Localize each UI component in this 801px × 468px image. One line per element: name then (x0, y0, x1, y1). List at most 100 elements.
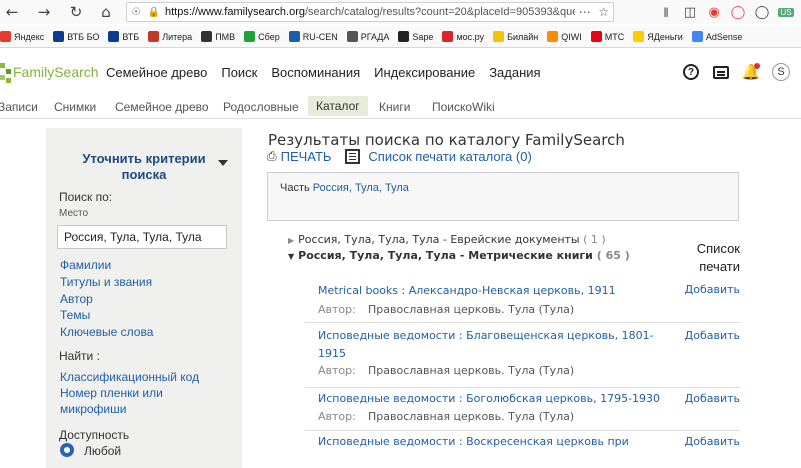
subnav-images[interactable]: Снимки (54, 100, 96, 114)
extension-icon[interactable]: ◉ (703, 1, 725, 23)
nav-search[interactable]: Поиск (221, 65, 257, 80)
bookmark-item[interactable]: ВТБ БО (53, 31, 99, 42)
bookmark-item[interactable]: Сбер (244, 31, 280, 42)
bookmark-item[interactable]: ВТБ (108, 31, 139, 42)
record-title-link[interactable]: Исповедные ведомости : Благовещенская це… (318, 327, 678, 363)
bookmark-label: ЯДеньги (647, 31, 683, 42)
record-title-link[interactable]: Metrical books : Александро-Невская церк… (318, 282, 678, 300)
list-icon[interactable] (345, 149, 361, 164)
favicon-icon (590, 31, 602, 42)
bookmark-item[interactable]: МТС (590, 31, 624, 42)
bookmark-item[interactable]: Sape (398, 31, 433, 42)
avatar[interactable]: S (772, 63, 790, 81)
add-to-print-list[interactable]: Добавить (685, 392, 740, 405)
lock-icon[interactable]: 🔒 (145, 7, 163, 18)
find-film-number[interactable]: Номер пленки или микрофиши (60, 385, 210, 417)
nav-indexing[interactable]: Индексирование (374, 65, 475, 80)
bookmark-item[interactable]: AdSense (691, 31, 742, 42)
add-to-print-list[interactable]: Добавить (685, 283, 740, 296)
author-value: Православная церковь. Тула (Тула) (368, 364, 575, 377)
sidebar-icon[interactable]: ◫ (679, 1, 701, 23)
shield-icon[interactable]: ☉ (127, 7, 145, 18)
table-row: Исповедные ведомости : Благовещенская це… (305, 323, 740, 388)
record-title-link[interactable]: Исповедные ведомости : Боголюбская церко… (318, 390, 678, 408)
record-title-link[interactable]: Исповедные ведомости : Воскресенская цер… (318, 433, 678, 451)
printer-icon[interactable]: ⎙ (267, 149, 277, 164)
nav-family-tree[interactable]: Семейное древо (106, 65, 207, 80)
bookmark-item[interactable]: Литера (148, 31, 192, 42)
record-author: Автор: Православная церковь. Тула (Тула) (318, 303, 574, 316)
subnav-genealogies[interactable]: Родословные (223, 100, 299, 114)
bookmark-item[interactable]: ЯДеньги (633, 31, 683, 42)
back-icon[interactable]: ← (0, 0, 24, 24)
filter-surnames[interactable]: Фамилии (60, 257, 111, 273)
find-label: Найти : (59, 349, 100, 363)
bookmark-item[interactable]: Билайн (493, 31, 538, 42)
subnav-catalog[interactable]: Каталог (308, 96, 368, 116)
subnav-books[interactable]: Книги (379, 100, 410, 114)
favicon-icon (547, 31, 559, 42)
favicon-icon (108, 31, 120, 42)
refine-title[interactable]: Уточнить критерии поиска (74, 151, 214, 183)
availability-any-radio[interactable] (60, 443, 74, 457)
pocket-icon[interactable]: ◯ (727, 1, 749, 23)
vpn-badge[interactable]: US (775, 1, 797, 23)
address-bar[interactable]: ☉ 🔒 https://www.familysearch.org/search/… (126, 2, 614, 22)
subnav-family-tree[interactable]: Семейное древо (115, 100, 209, 114)
bookmark-item[interactable]: РГАДА (346, 31, 389, 42)
subnav-records[interactable]: Записи (0, 100, 38, 114)
bookmark-item[interactable]: RU-CEN (288, 31, 338, 42)
print-actions: ⎙ ПЕЧАТЬ Список печати каталога (0) (267, 149, 532, 164)
help-button[interactable]: ? (676, 61, 706, 83)
part-link[interactable]: Россия, Тула, Тула (313, 182, 409, 194)
bookmark-label: Билайн (507, 31, 539, 42)
browser-tools: ‖ ◫ ◉ ◯ ◯ US ☰ (655, 0, 801, 24)
messages-button[interactable] (706, 61, 736, 83)
more-icon[interactable]: ⋯ (579, 5, 591, 19)
bookmark-label: Sape (412, 31, 434, 42)
tree-item-jewish-records[interactable]: ▶ Россия, Тула, Тула, Тула - Еврейские до… (288, 233, 606, 246)
bookmark-item[interactable]: ПМВ (201, 31, 235, 42)
nav-memories[interactable]: Воспоминания (271, 65, 360, 80)
filter-subjects[interactable]: Темы (60, 307, 90, 323)
add-to-print-list[interactable]: Добавить (685, 329, 740, 342)
forward-icon[interactable]: → (32, 0, 56, 24)
filter-keywords[interactable]: Ключевые слова (60, 324, 153, 340)
chat-icon (713, 65, 729, 79)
triangle-right-icon: ▶ (288, 236, 295, 245)
main-nav: Семейное древо Поиск Воспоминания Индекс… (106, 65, 555, 80)
filter-author[interactable]: Автор (60, 291, 93, 307)
bookmark-item[interactable]: Яндекс (0, 31, 44, 42)
favicon-icon (633, 31, 645, 42)
add-to-print-list[interactable]: Добавить (685, 435, 740, 448)
favicon-icon (398, 31, 410, 42)
vpn-badge-label: US (778, 7, 794, 17)
reload-icon[interactable]: ↻ (64, 0, 88, 24)
sub-nav: Записи Снимки Семейное древо Родословные… (0, 95, 801, 119)
favicon-icon (346, 31, 358, 42)
author-value: Православная церковь. Тула (Тула) (368, 410, 575, 423)
caret-down-icon[interactable] (218, 160, 228, 166)
subnav-wiki[interactable]: ПоискоWiki (432, 100, 495, 114)
home-icon[interactable]: ⌂ (94, 0, 118, 24)
print-link[interactable]: ПЕЧАТЬ (281, 149, 332, 164)
bookmark-item[interactable]: QIWI (547, 31, 582, 42)
star-icon[interactable]: ☆ (598, 5, 609, 19)
notifications-button[interactable]: 🔔 (736, 61, 766, 83)
profile-icon[interactable]: ◯ (751, 1, 773, 23)
nav-activities[interactable]: Задания (489, 65, 540, 80)
bookmarks-bar: Яндекс ВТБ БО ВТБ Литера ПМВ Сбер RU-CEN РГАДА S… (0, 26, 801, 48)
filter-titles[interactable]: Титулы и звания (60, 274, 152, 290)
place-input[interactable]: Россия, Тула, Тула, Тула (57, 225, 227, 249)
logo-text: FamilySearch (13, 64, 99, 80)
author-label: Автор: (318, 364, 356, 377)
author-label: Автор: (318, 303, 356, 316)
familysearch-logo[interactable]: FamilySearch (0, 61, 99, 83)
print-list-link[interactable]: Список печати каталога (0) (368, 149, 531, 164)
find-call-number[interactable]: Классификационный код (60, 369, 199, 385)
tree-item-metrical-books[interactable]: ▼ Россия, Тула, Тула, Тула - Метрические … (288, 249, 630, 262)
library-icon[interactable]: ‖ (655, 1, 677, 23)
url-text[interactable]: https://www.familysearch.org/search/cata… (163, 6, 575, 18)
triangle-down-icon: ▼ (288, 252, 295, 261)
bookmark-item[interactable]: мос.ру (442, 31, 484, 42)
